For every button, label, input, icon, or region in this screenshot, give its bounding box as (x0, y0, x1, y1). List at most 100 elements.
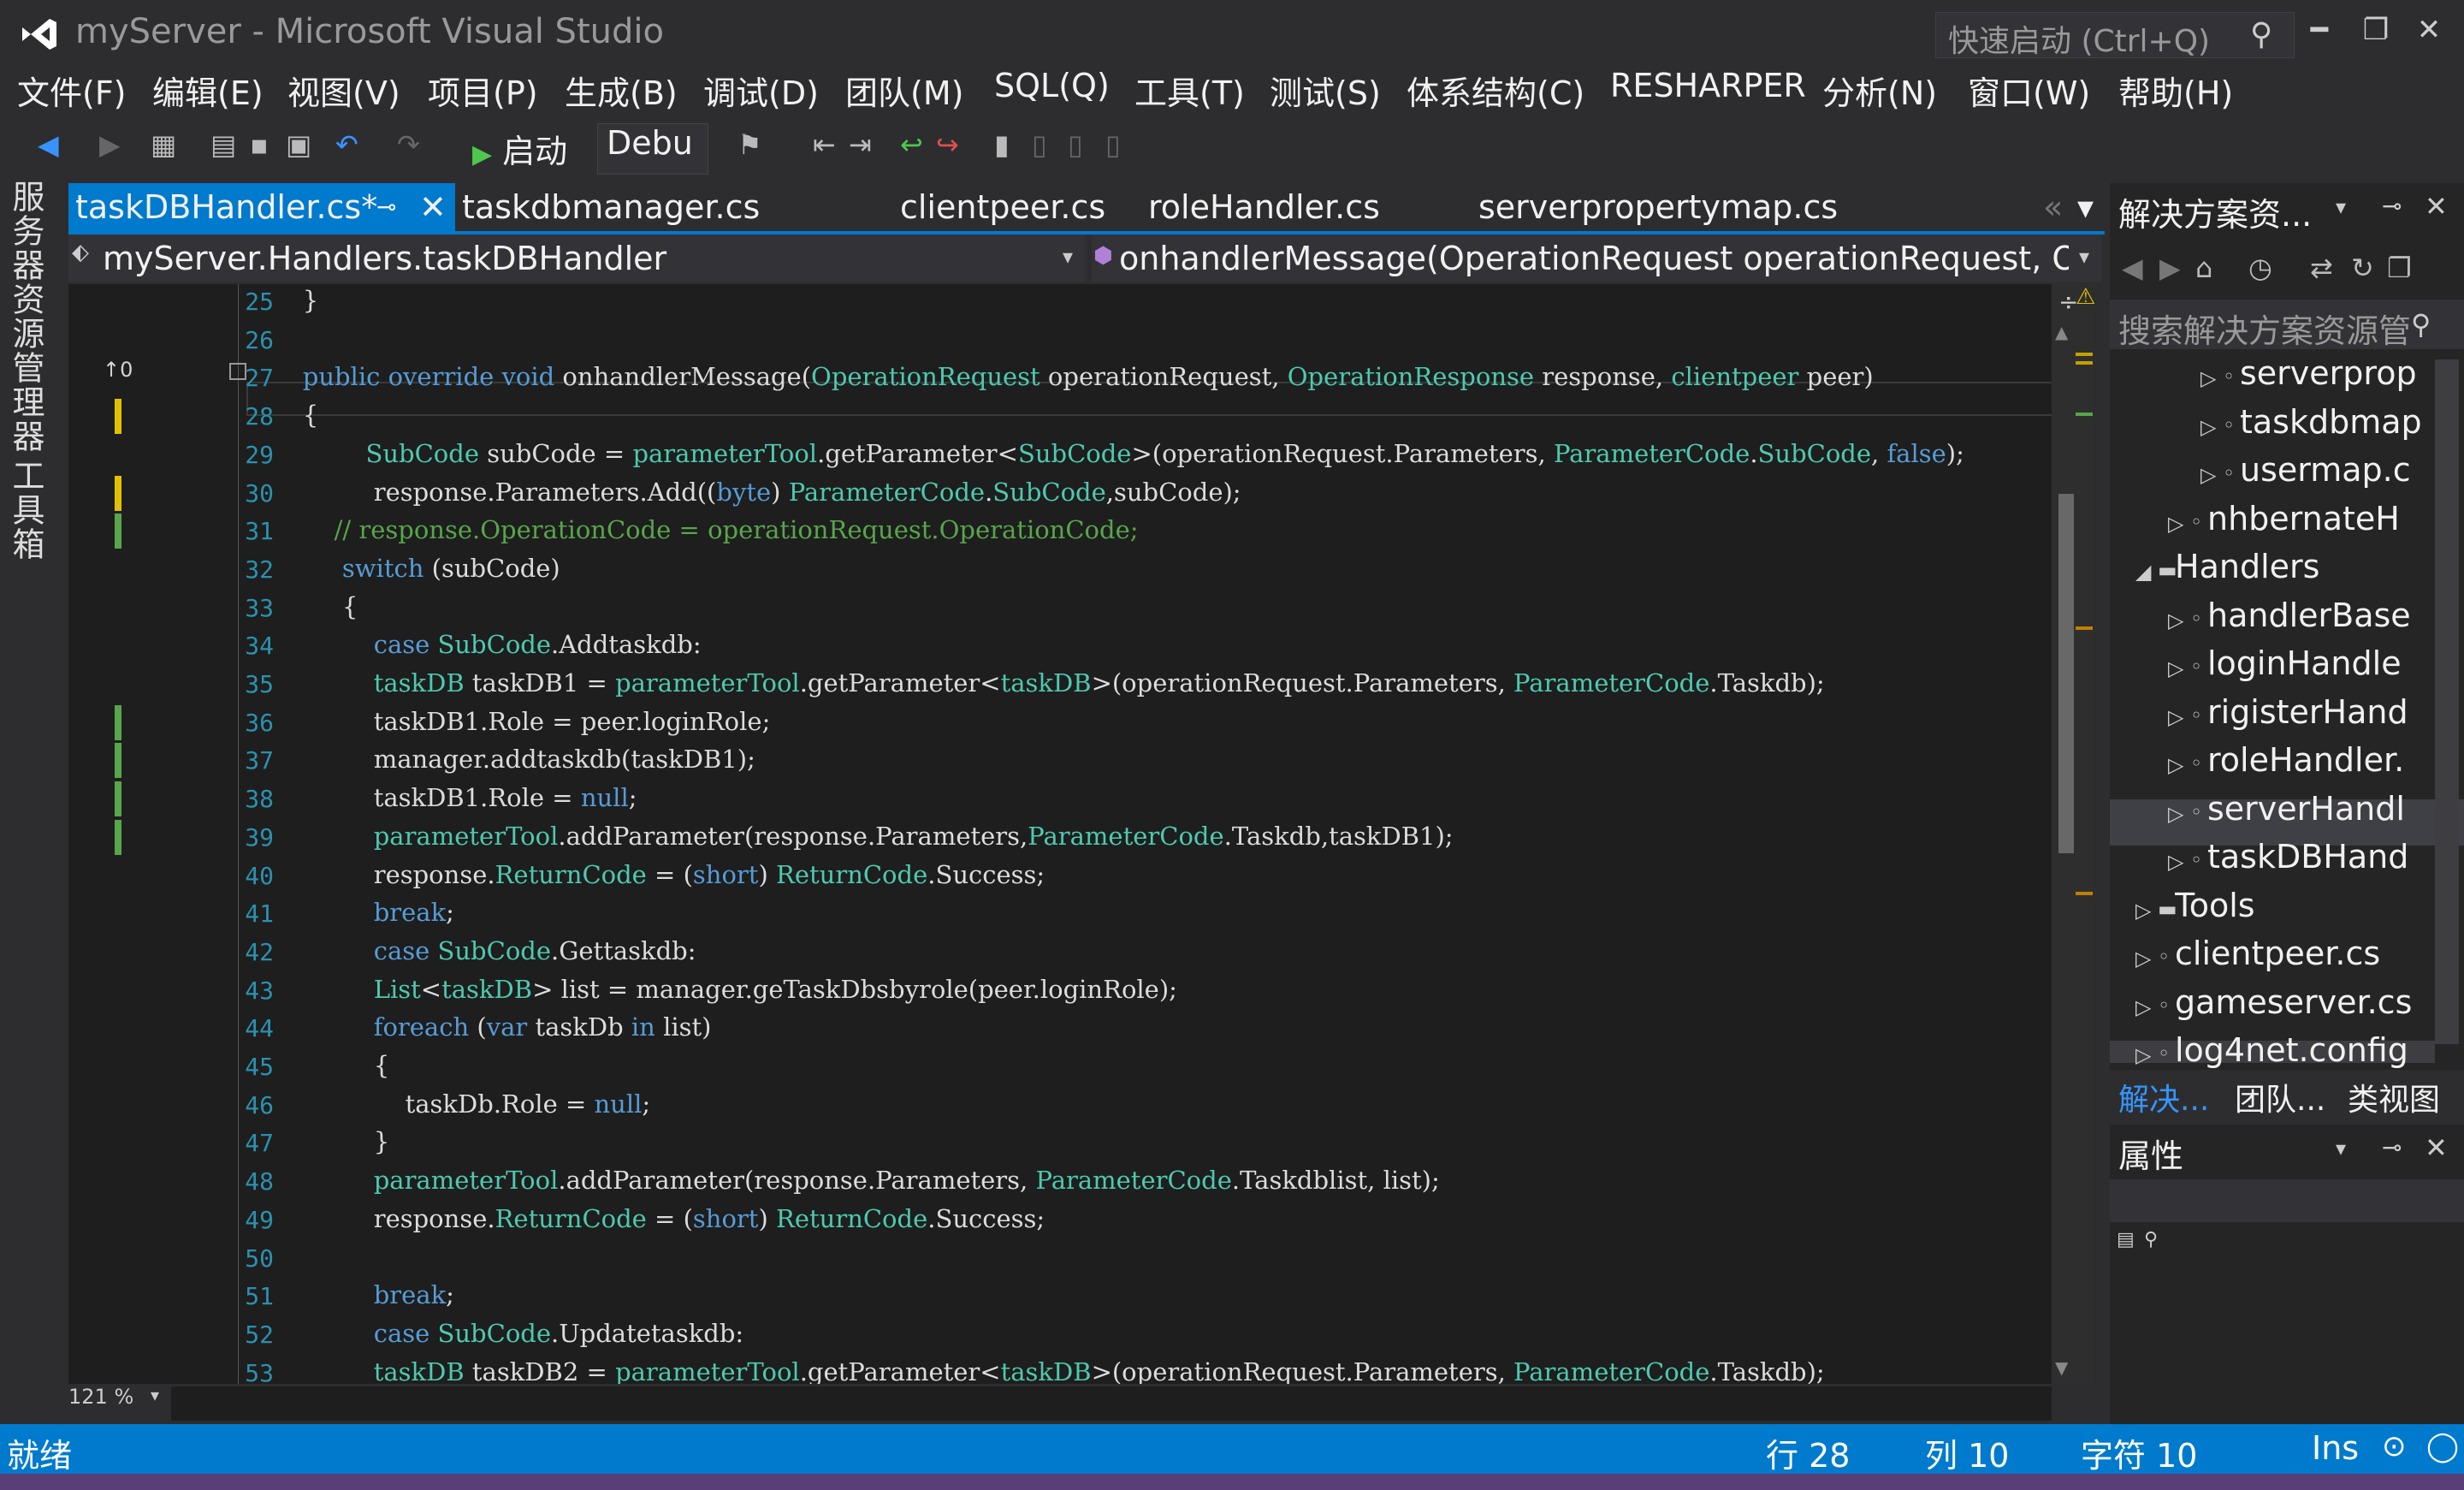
start-debugging-button[interactable]: ▶ 启动 (472, 125, 567, 173)
tab-solution-explorer[interactable]: 解决... (2118, 1075, 2209, 1119)
menu-team[interactable]: 团队(M) (845, 67, 963, 114)
menu-sql[interactable]: SQL(Q) (994, 67, 1110, 104)
solution-tree-item[interactable]: rigisterHand (2207, 693, 2408, 731)
solution-tree-item[interactable]: nhbernateH (2207, 500, 2400, 537)
solution-tree-item[interactable]: roleHandler. (2207, 741, 2404, 779)
toolbox-tab[interactable]: 工具箱 (7, 459, 50, 561)
comment-icon[interactable]: ↩ (900, 128, 923, 161)
solution-search-input[interactable]: 搜索解决方案资源管 ⚲ (2110, 300, 2464, 350)
forward-icon[interactable]: ▶ (2159, 252, 2181, 284)
menu-help[interactable]: 帮助(H) (2118, 67, 2233, 114)
chevron-down-icon[interactable]: ▾ (2336, 195, 2346, 219)
minimize-button[interactable]: ━ (2295, 5, 2344, 55)
save-icon[interactable]: ▪ (250, 128, 269, 161)
undo-icon[interactable]: ↶ (335, 128, 358, 161)
solution-tree-item[interactable]: taskdbmap (2240, 403, 2422, 441)
menu-file[interactable]: 文件(F) (17, 67, 127, 114)
expanded-arrow-icon[interactable]: ◢ (2135, 560, 2151, 584)
pin-icon[interactable]: ⊸ (2382, 192, 2402, 220)
solution-configuration-select[interactable]: Debu (597, 123, 708, 175)
close-icon[interactable]: ✕ (2425, 190, 2448, 223)
expand-arrow-icon[interactable]: ▷ (2135, 995, 2151, 1019)
open-file-icon[interactable]: ▤ (210, 128, 236, 161)
tab-team-explorer[interactable]: 团队... (2235, 1075, 2325, 1119)
editor-vertical-scrollbar[interactable]: ÷ ⚠ ▲ ▼ (2052, 284, 2095, 1384)
solution-tree-item[interactable]: log4net.config (2175, 1031, 2408, 1069)
scroll-tabs-icon[interactable]: « (2036, 183, 2070, 233)
solution-tree-item[interactable]: serverprop (2240, 354, 2417, 392)
menu-resharper[interactable]: RESHARPER (1610, 67, 1806, 104)
expand-arrow-icon[interactable]: ▷ (2168, 512, 2183, 536)
menu-window[interactable]: 窗口(W) (1968, 67, 2090, 114)
menu-tools[interactable]: 工具(T) (1134, 67, 1245, 114)
clear-bookmarks-icon[interactable]: ▯ (1105, 128, 1121, 161)
pending-changes-icon[interactable]: ◷ (2248, 252, 2272, 284)
expand-arrow-icon[interactable]: ▷ (2200, 415, 2216, 439)
menu-analyze[interactable]: 分析(N) (1822, 67, 1937, 114)
member-dropdown[interactable]: ⬢ onhandlerMessage(OperationRequest oper… (1092, 234, 2101, 282)
property-pages-icon[interactable]: ⚲ (2144, 1229, 2158, 1250)
categorized-icon[interactable]: ▤ (2117, 1229, 2135, 1250)
expand-arrow-icon[interactable]: ▷ (2168, 802, 2183, 826)
search-icon[interactable]: ⚲ (2411, 308, 2431, 341)
home-icon[interactable]: ⌂ (2195, 252, 2212, 284)
editor-horizontal-scrollbar[interactable] (171, 1386, 2052, 1421)
tab-dropdown-icon[interactable]: ▾ (2070, 183, 2105, 233)
properties-object-select[interactable] (2110, 1179, 2464, 1222)
expand-arrow-icon[interactable]: ▷ (2200, 463, 2216, 487)
tab-rolehandler[interactable]: roleHandler.cs (1141, 183, 1501, 233)
solution-tree-item[interactable]: clientpeer.cs (2175, 935, 2380, 972)
refresh-icon[interactable]: ↻ (2351, 252, 2374, 284)
outdent-icon[interactable]: ⇥ (849, 128, 872, 161)
tab-taskdbmanager[interactable]: taskdbmanager.cs (455, 183, 837, 233)
menu-project[interactable]: 项目(P) (428, 67, 538, 114)
close-icon[interactable]: ✕ (419, 183, 447, 231)
expand-arrow-icon[interactable]: ▷ (2168, 850, 2183, 874)
solution-tree-item[interactable]: Tools (2175, 887, 2255, 924)
expand-arrow-icon[interactable]: ▷ (2200, 366, 2216, 390)
indent-icon[interactable]: ⇤ (813, 128, 836, 161)
expand-arrow-icon[interactable]: ▷ (2168, 753, 2183, 777)
close-icon[interactable]: ✕ (2425, 1131, 2448, 1164)
solution-tree-item[interactable]: serverHandl (2207, 790, 2405, 828)
prev-bookmark-icon[interactable]: ▯ (1032, 128, 1047, 161)
solution-tree-item[interactable]: handlerBase (2207, 597, 2411, 634)
search-icon[interactable]: ⚲ (2250, 17, 2284, 52)
warning-icon[interactable]: ⚠ (2076, 284, 2095, 310)
pin-icon[interactable]: ⊸ (2382, 1133, 2402, 1161)
menu-debug[interactable]: 调试(D) (703, 67, 819, 114)
solution-tree-item[interactable]: usermap.c (2240, 451, 2411, 489)
next-bookmark-icon[interactable]: ▯ (1068, 128, 1083, 161)
code-editor[interactable]: ↑0 25 } 26 27 public override void onhandl… (68, 284, 2052, 1384)
expand-arrow-icon[interactable]: ▷ (2135, 1043, 2151, 1067)
menu-edit[interactable]: 编辑(E) (152, 67, 264, 114)
solution-tree-item[interactable]: taskDBHand (2207, 838, 2408, 876)
collapse-all-icon[interactable]: ❐ (2387, 252, 2412, 284)
back-icon[interactable]: ◀ (2122, 252, 2143, 284)
menu-test[interactable]: 测试(S) (1270, 67, 1381, 114)
chevron-down-icon[interactable]: ▾ (2336, 1137, 2346, 1161)
quick-launch-input[interactable]: 快速启动 (Ctrl+Q) (1935, 12, 2295, 59)
menu-view[interactable]: 视图(V) (287, 67, 400, 114)
type-dropdown[interactable]: ⬖ myServer.Handlers.taskDBHandler ▾ (68, 234, 1085, 282)
expand-arrow-icon[interactable]: ▷ (2135, 947, 2151, 971)
scrollbar-thumb[interactable] (2058, 494, 2074, 853)
tree-vertical-scrollbar[interactable] (2435, 359, 2459, 1044)
navigate-back-icon[interactable]: ◀ (38, 128, 59, 161)
tab-taskdbhandler[interactable]: taskDBHandler.cs* ⊸ ✕ (68, 183, 455, 233)
expand-arrow-icon[interactable]: ▷ (2168, 608, 2183, 632)
expand-arrow-icon[interactable]: ▷ (2168, 656, 2183, 680)
redo-icon[interactable]: ↷ (397, 128, 420, 161)
menu-build[interactable]: 生成(B) (565, 67, 678, 114)
solution-tree-item[interactable]: loginHandle (2207, 644, 2402, 682)
scroll-down-icon[interactable]: ▼ (2055, 1357, 2068, 1378)
pin-icon[interactable]: ⊸ (376, 183, 396, 231)
tab-serverpropertymap[interactable]: serverpropertymap.cs (1472, 183, 1882, 233)
expand-arrow-icon[interactable]: ▷ (2135, 899, 2151, 923)
solution-tree-item[interactable]: Handlers (2175, 548, 2319, 585)
zoom-level-select[interactable]: 121 % ▾ (68, 1385, 171, 1416)
new-project-icon[interactable]: ▦ (151, 128, 176, 161)
navigate-forward-icon[interactable]: ▶ (99, 128, 121, 161)
notification-icon[interactable]: ◯ (2426, 1429, 2459, 1463)
bookmark-icon[interactable]: ▮ (994, 128, 1010, 161)
